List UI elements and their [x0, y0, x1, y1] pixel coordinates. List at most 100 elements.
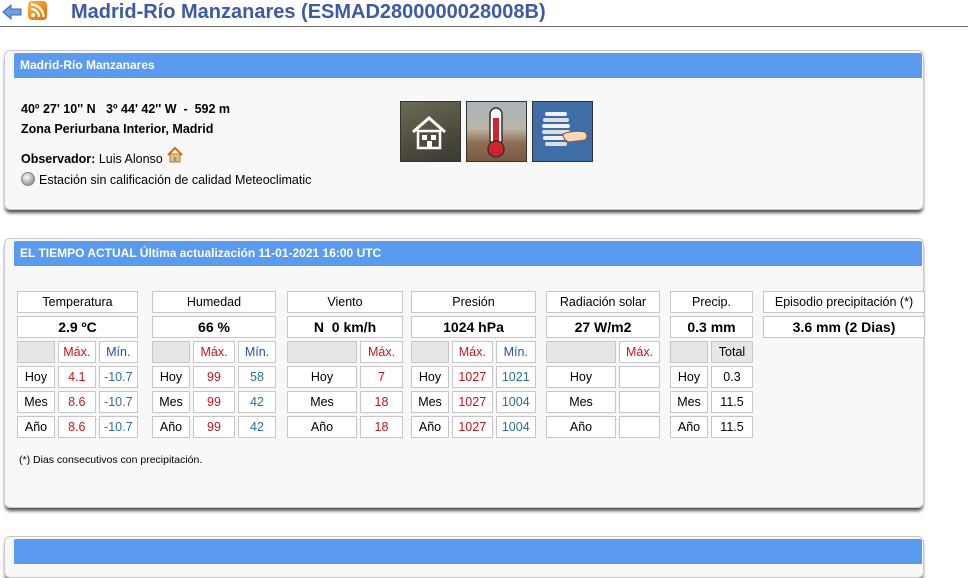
humidity-max-header: Máx.	[193, 341, 235, 363]
rain-episode-title: Episodio precipitación (*)	[763, 291, 925, 313]
solar-hoy-max	[619, 366, 660, 388]
temperature-hoy-max: 4.1	[58, 366, 96, 388]
row-label-anio: Año	[17, 416, 55, 438]
rain-episode-table: Episodio precipitación (*) 3.6 mm (2 Dia…	[760, 288, 928, 341]
humidity-value: 66 %	[152, 316, 276, 338]
precipitation-total-header: Total	[711, 341, 753, 363]
solar-max-header: Máx.	[619, 341, 660, 363]
pressure-hoy-max: 1027	[452, 366, 493, 388]
station-header: Madrid-Río Manzanares	[14, 53, 922, 78]
wind-value: N 0 km/h	[287, 316, 403, 338]
pressure-table: Presión 1024 hPa Máx. Mín. Hoy 1027 1021…	[408, 288, 539, 441]
precipitation-table: Precip. 0.3 mm Total Hoy 0.3 Mes 11.5 Añ…	[667, 288, 756, 441]
precipitation-value: 0.3 mm	[670, 316, 753, 338]
temperature-mes-min: -10.7	[98, 391, 138, 413]
humidity-hoy-max: 99	[193, 366, 235, 388]
row-label-hoy: Hoy	[546, 366, 616, 388]
wind-hoy-max: 7	[360, 366, 403, 388]
wind-max-header: Máx.	[360, 341, 403, 363]
rain-episode-value: 3.6 mm (2 Dias)	[763, 316, 925, 338]
humidity-mes-max: 99	[193, 391, 235, 413]
station-panel: Madrid-Río Manzanares 40º 27' 10'' N 3º …	[4, 50, 924, 210]
row-label-mes: Mes	[546, 391, 616, 413]
row-label-hoy: Hoy	[287, 366, 357, 388]
row-label-anio: Año	[411, 416, 449, 438]
row-label-hoy: Hoy	[152, 366, 190, 388]
solar-mes-max	[619, 391, 660, 413]
title-bar: Madrid-Río Manzanares (ESMAD280000002800…	[0, 0, 968, 27]
solar-radiation-title: Radiación solar	[546, 291, 660, 313]
row-label-hoy: Hoy	[17, 366, 55, 388]
temperature-hoy-min: -10.7	[98, 366, 138, 388]
row-label-mes: Mes	[17, 391, 55, 413]
row-label-anio: Año	[546, 416, 616, 438]
temperature-max-header: Máx.	[58, 341, 96, 363]
wind-title: Viento	[287, 291, 403, 313]
observer-label: Observador:	[21, 152, 96, 166]
temperature-value: 2.9 ºC	[17, 316, 138, 338]
quality-line: Estación sin calificación de calidad Met…	[21, 172, 311, 187]
sensor-shelter-thumbnail[interactable]	[532, 101, 593, 162]
thermometer-icon	[487, 107, 505, 158]
temperature-title: Temperatura	[17, 291, 138, 313]
humidity-anio-max: 99	[193, 416, 235, 438]
temperature-table: Temperatura 2.9 ºC Máx. Mín. Hoy 4.1 -10…	[14, 288, 141, 441]
pressure-min-header: Mín.	[495, 341, 536, 363]
rss-feed-icon[interactable]	[28, 1, 47, 20]
wind-anio-max: 18	[360, 416, 403, 438]
observer-home-icon[interactable]	[166, 146, 184, 164]
wind-mes-max: 18	[360, 391, 403, 413]
humidity-mes-min: 42	[238, 391, 276, 413]
pressure-mes-max: 1027	[452, 391, 493, 413]
wind-table: Viento N 0 km/h Máx. Hoy 7 Mes 18 Año 18	[284, 288, 406, 441]
humidity-anio-min: 42	[238, 416, 276, 438]
pressure-mes-min: 1004	[495, 391, 536, 413]
precipitation-anio-total: 11.5	[711, 416, 753, 438]
pressure-hoy-min: 1021	[495, 366, 536, 388]
quality-dot-icon	[21, 172, 35, 186]
precipitation-title: Precip.	[670, 291, 753, 313]
pressure-anio-max: 1027	[452, 416, 493, 438]
back-arrow-icon[interactable]	[2, 3, 22, 21]
solar-radiation-table: Radiación solar 27 W/m2 Máx. Hoy Mes Año	[543, 288, 663, 441]
humidity-hoy-min: 58	[238, 366, 276, 388]
next-panel	[4, 536, 924, 578]
temperature-min-header: Mín.	[98, 341, 138, 363]
precipitation-hoy-total: 0.3	[711, 366, 753, 388]
observer-name[interactable]: Luis Alonso	[99, 152, 163, 166]
current-weather-panel: EL TIEMPO ACTUAL Última actualización 11…	[4, 238, 925, 508]
next-panel-header	[14, 539, 922, 564]
station-zone: Zona Periurbana Interior, Madrid	[21, 122, 214, 136]
row-label-mes: Mes	[152, 391, 190, 413]
temperature-mes-max: 8.6	[58, 391, 96, 413]
solar-radiation-value: 27 W/m2	[546, 316, 660, 338]
observer-line: Observador: Luis Alonso	[21, 146, 184, 166]
current-weather-header: EL TIEMPO ACTUAL Última actualización 11…	[14, 241, 922, 266]
precipitation-mes-total: 11.5	[711, 391, 753, 413]
solar-anio-max	[619, 416, 660, 438]
station-coordinates: 40º 27' 10'' N 3º 44' 42'' W - 592 m	[21, 102, 231, 116]
row-label-anio: Año	[152, 416, 190, 438]
humidity-min-header: Mín.	[238, 341, 276, 363]
row-label-mes: Mes	[670, 391, 708, 413]
pressure-anio-min: 1004	[495, 416, 536, 438]
weather-shelter-icon	[542, 112, 588, 146]
humidity-title: Humedad	[152, 291, 276, 313]
humidity-table: Humedad 66 % Máx. Mín. Hoy 99 58 Mes 99 …	[149, 288, 279, 441]
temperature-anio-min: -10.7	[98, 416, 138, 438]
row-label-hoy: Hoy	[670, 366, 708, 388]
pressure-max-header: Máx.	[452, 341, 493, 363]
quality-text: Estación sin calificación de calidad Met…	[39, 173, 312, 187]
row-label-hoy: Hoy	[411, 366, 449, 388]
house-icon	[412, 116, 446, 150]
row-label-mes: Mes	[411, 391, 449, 413]
precipitation-footnote: (*) Dias consecutivos con precipitación.	[19, 454, 203, 466]
temperature-anio-max: 8.6	[58, 416, 96, 438]
row-label-mes: Mes	[287, 391, 357, 413]
pressure-value: 1024 hPa	[411, 316, 536, 338]
pressure-title: Presión	[411, 291, 536, 313]
page-title: Madrid-Río Manzanares (ESMAD280000002800…	[71, 1, 546, 23]
home-photo-thumbnail[interactable]	[400, 101, 461, 162]
thermometer-thumbnail[interactable]	[466, 101, 527, 162]
row-label-anio: Año	[670, 416, 708, 438]
